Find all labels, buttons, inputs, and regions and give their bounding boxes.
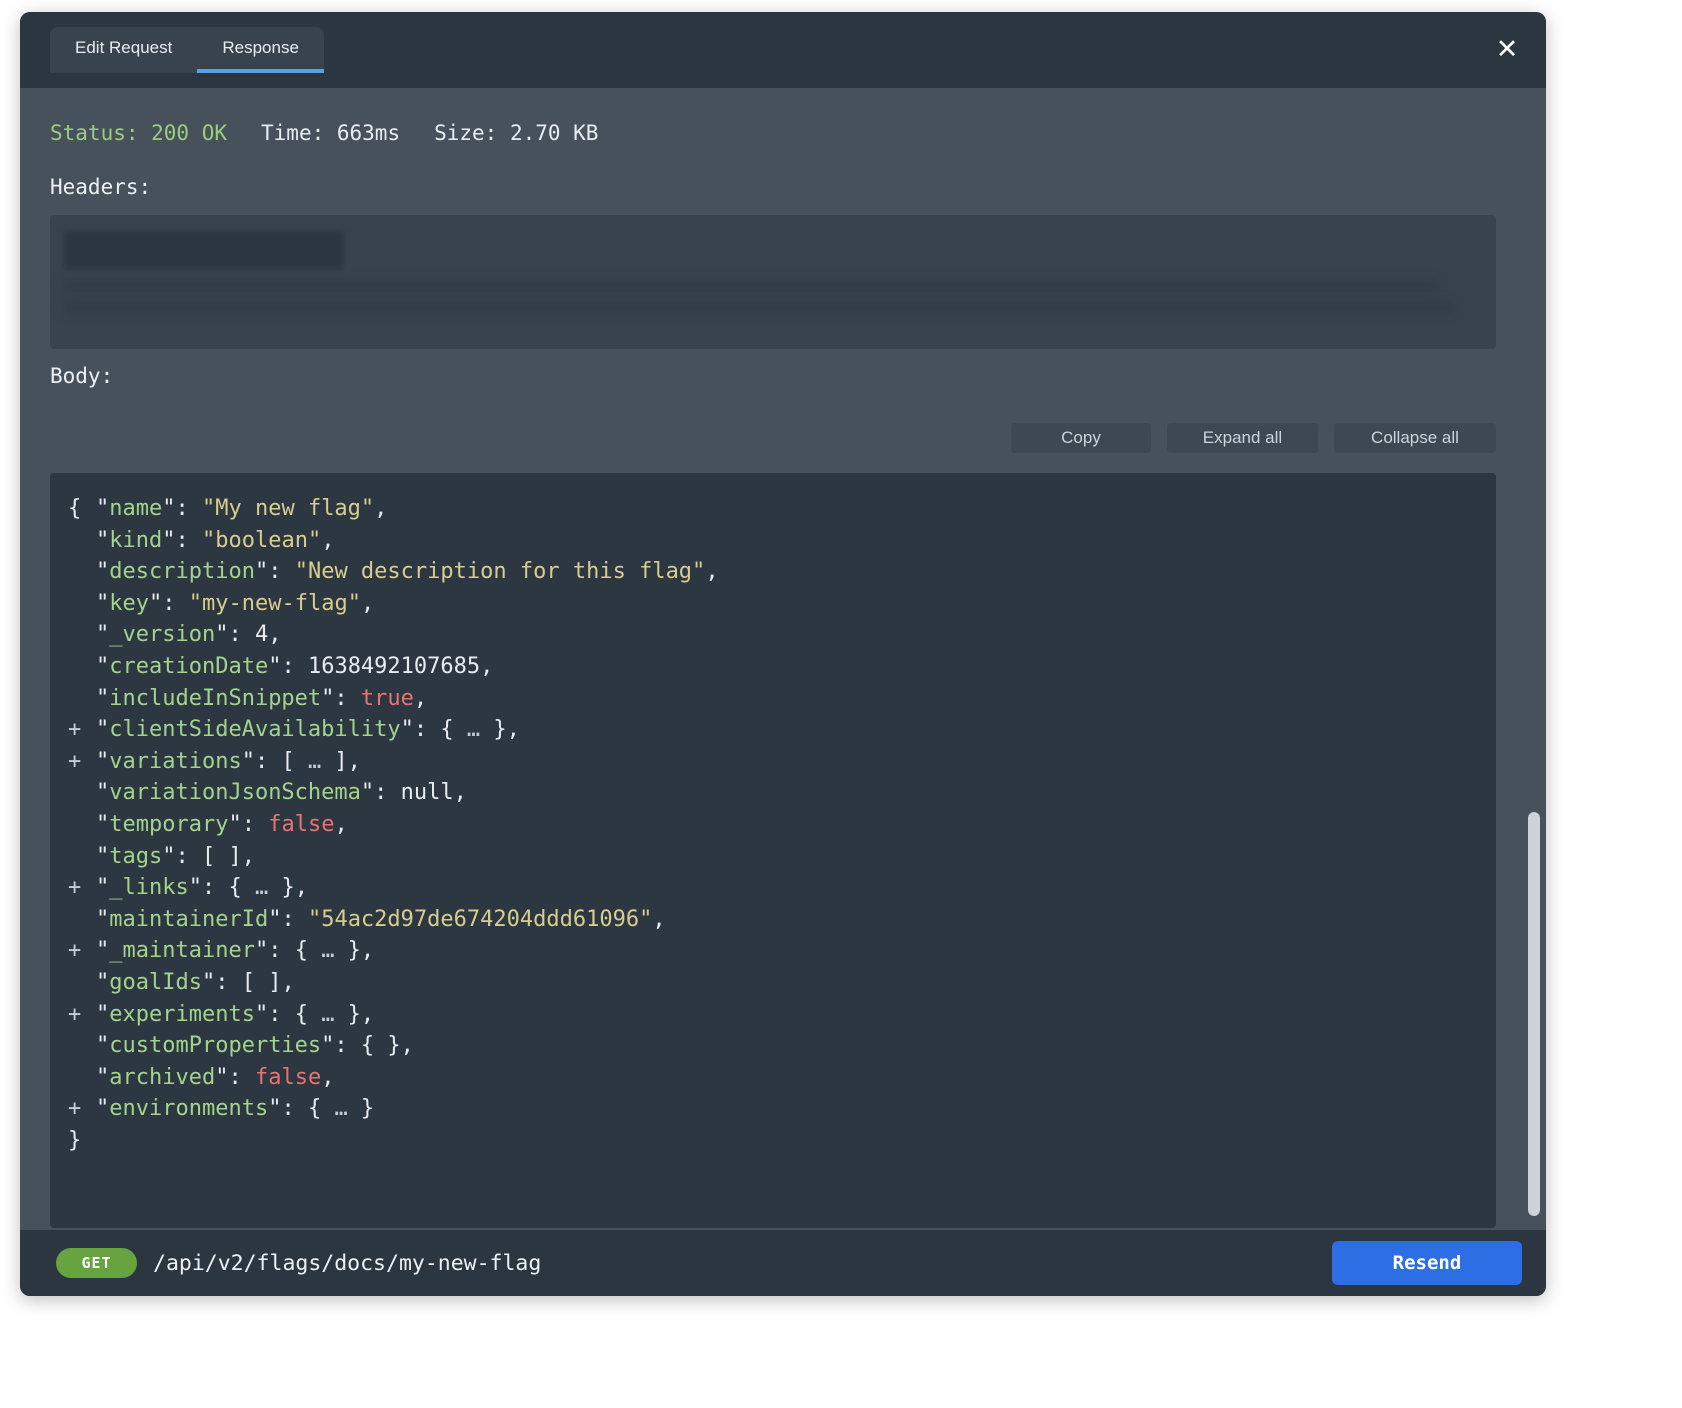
close-button[interactable]: ✕ <box>1490 32 1524 66</box>
code-line: "description": "New description for this… <box>68 556 1478 588</box>
code-line: "_version": 4, <box>68 619 1478 651</box>
code-line: "maintainerId": "54ac2d97de674204ddd6109… <box>68 904 1478 936</box>
expand-toggle-icon[interactable]: + <box>68 999 81 1031</box>
code-line: +"variations": [ … ], <box>68 746 1478 778</box>
collapse-all-button[interactable]: Collapse all <box>1334 423 1496 453</box>
time-text: Time: 663ms <box>261 121 400 145</box>
expand-toggle-icon[interactable]: + <box>68 746 81 778</box>
code-line: "includeInSnippet": true, <box>68 683 1478 715</box>
modal-header: Edit Request Response ✕ <box>20 12 1546 88</box>
response-panel: Status: 200 OK Time: 663ms Size: 2.70 KB… <box>20 88 1546 1230</box>
status-row: Status: 200 OK Time: 663ms Size: 2.70 KB <box>50 121 1496 145</box>
expand-toggle-icon[interactable]: + <box>68 872 81 904</box>
code-line: "variationJsonSchema": null, <box>68 777 1478 809</box>
request-bar: GET /api/v2/flags/docs/my-new-flag Resen… <box>20 1230 1546 1296</box>
expand-toggle-icon[interactable]: + <box>68 714 81 746</box>
code-line: +"clientSideAvailability": { … }, <box>68 714 1478 746</box>
status-text: Status: 200 OK <box>50 121 227 145</box>
tab-response[interactable]: Response <box>197 27 324 73</box>
size-text: Size: 2.70 KB <box>434 121 598 145</box>
code-line: "customProperties": { }, <box>68 1030 1478 1062</box>
response-body-json: {"name": "My new flag","kind": "boolean"… <box>50 473 1496 1228</box>
request-url: /api/v2/flags/docs/my-new-flag <box>153 1251 541 1276</box>
tab-edit-request[interactable]: Edit Request <box>50 27 197 73</box>
expand-toggle-icon[interactable]: + <box>68 935 81 967</box>
body-actions: Copy Expand all Collapse all <box>50 423 1496 453</box>
tab-bar: Edit Request Response <box>50 27 324 73</box>
code-line: "tags": [ ], <box>68 841 1478 873</box>
copy-button[interactable]: Copy <box>1011 423 1151 453</box>
scrollbar-thumb[interactable] <box>1528 812 1540 1216</box>
code-line: "creationDate": 1638492107685, <box>68 651 1478 683</box>
headers-label: Headers: <box>50 175 1496 199</box>
headers-panel <box>50 215 1496 349</box>
code-line: "goalIds": [ ], <box>68 967 1478 999</box>
headers-redacted-line <box>64 302 1454 313</box>
body-label: Body: <box>50 364 1496 388</box>
code-line: "name": "My new flag", <box>68 493 1478 525</box>
page-background: Edit Request Response ✕ Status: 200 OK T… <box>0 0 1682 1408</box>
api-response-modal: Edit Request Response ✕ Status: 200 OK T… <box>20 12 1546 1296</box>
code-line: +"_links": { … }, <box>68 872 1478 904</box>
expand-all-button[interactable]: Expand all <box>1167 423 1318 453</box>
headers-redacted-block <box>64 231 344 269</box>
code-line: "key": "my-new-flag", <box>68 588 1478 620</box>
close-icon: ✕ <box>1496 34 1519 65</box>
code-line: "kind": "boolean", <box>68 525 1478 557</box>
code-line: +"environments": { … } <box>68 1093 1478 1125</box>
code-line: "archived": false, <box>68 1062 1478 1094</box>
code-line: +"_maintainer": { … }, <box>68 935 1478 967</box>
headers-redacted-line <box>64 280 1439 291</box>
resend-button[interactable]: Resend <box>1332 1241 1522 1285</box>
code-line: +"experiments": { … }, <box>68 999 1478 1031</box>
method-badge: GET <box>56 1248 137 1278</box>
code-line: "temporary": false, <box>68 809 1478 841</box>
expand-toggle-icon[interactable]: + <box>68 1093 81 1125</box>
